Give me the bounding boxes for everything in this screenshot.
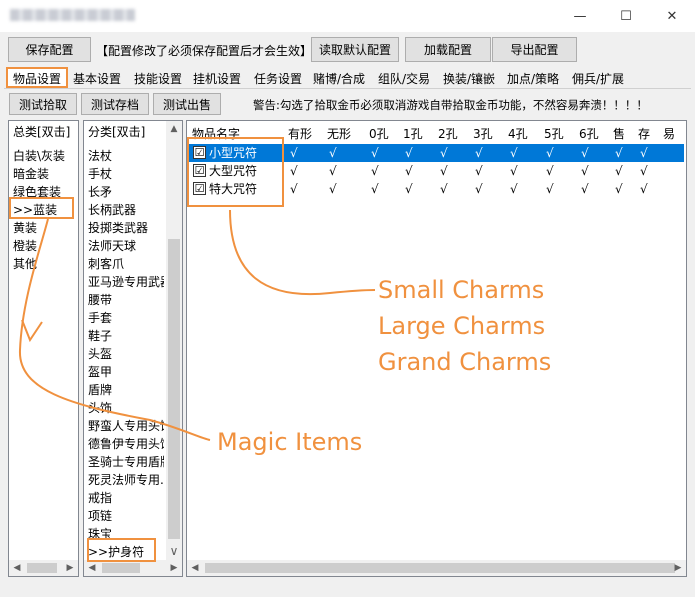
arrowhead-icon (21, 319, 43, 343)
annotation-large-charms: Large Charms (378, 312, 546, 340)
annotation-arrows (18, 209, 376, 441)
magic-items-pointer-line (18, 218, 211, 441)
annotation-small-charms: Small Charms (378, 276, 545, 304)
charms-pointer-line (229, 209, 376, 296)
annotation-magic-items: Magic Items (217, 428, 363, 456)
annotation-grand-charms: Grand Charms (378, 348, 552, 376)
